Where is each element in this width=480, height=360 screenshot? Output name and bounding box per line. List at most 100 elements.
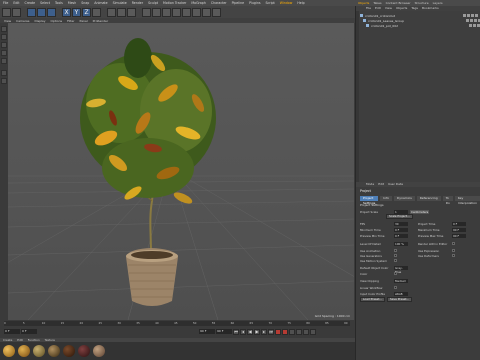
menu-item-file[interactable]: File: [3, 1, 8, 5]
coord-icon[interactable]: [92, 7, 101, 17]
tag-icon[interactable]: [475, 14, 478, 17]
object-menu-file[interactable]: File: [366, 6, 371, 11]
menu-item-character[interactable]: Character: [211, 1, 227, 5]
current-frame-field[interactable]: 0 F: [21, 329, 37, 334]
menu-item-render[interactable]: Render: [132, 1, 143, 5]
material-swatch[interactable]: [33, 345, 45, 357]
menu-item-motion-tracker[interactable]: Motion Tracker: [163, 1, 186, 5]
panel-tab-content-browser[interactable]: Content Browser: [386, 1, 411, 5]
move-icon[interactable]: [27, 7, 36, 17]
field-value[interactable]: 100 %: [394, 241, 408, 246]
viewport-menu-prorender[interactable]: ProRender: [93, 19, 108, 23]
attr-menu-user-data[interactable]: User Data: [388, 182, 403, 187]
unit-dropdown[interactable]: Centimeters: [410, 209, 430, 214]
checkbox[interactable]: [394, 272, 397, 275]
spline-icon[interactable]: [152, 7, 161, 17]
tag-icon[interactable]: [463, 14, 466, 17]
end-frame-field[interactable]: 90 F: [199, 329, 215, 334]
checkbox[interactable]: [394, 259, 397, 262]
menu-item-mograph[interactable]: MoGraph: [191, 1, 205, 5]
points-mode-icon[interactable]: [1, 42, 7, 48]
z-axis-icon[interactable]: Z: [82, 7, 91, 17]
viewport-menu-view[interactable]: View: [4, 19, 11, 23]
object-menu-bookmarks[interactable]: Bookmarks: [422, 6, 439, 11]
save-preset-button[interactable]: Save Preset...: [387, 297, 413, 302]
checkbox[interactable]: [452, 249, 455, 252]
material-swatch[interactable]: [93, 345, 105, 357]
render-picture-icon[interactable]: [117, 7, 126, 17]
object-menu-view[interactable]: View: [385, 6, 392, 11]
texture-mode-icon[interactable]: [1, 34, 7, 40]
menu-item-create[interactable]: Create: [25, 1, 36, 5]
menu-item-simulate[interactable]: Simulate: [113, 1, 127, 5]
material-swatch[interactable]: [63, 345, 75, 357]
render-settings-icon[interactable]: [127, 7, 136, 17]
tab-referencing[interactable]: Referencing: [416, 196, 441, 201]
field-value[interactable]: 30: [394, 221, 408, 226]
perspective-viewport[interactable]: Grid Spacing : 1000 cm: [8, 23, 354, 320]
redo-icon[interactable]: [12, 7, 21, 17]
cube-icon[interactable]: [142, 7, 151, 17]
rotate-icon[interactable]: [47, 7, 56, 17]
go-to-start-icon[interactable]: ⏮: [233, 328, 239, 335]
tag-icon[interactable]: [473, 24, 476, 27]
field-value[interactable]: 0 F: [452, 221, 466, 226]
menu-item-sculpt[interactable]: Sculpt: [148, 1, 158, 5]
max-frame-field[interactable]: 90 F: [216, 329, 232, 334]
snap-icon[interactable]: [1, 70, 7, 76]
tab-key-interpolation[interactable]: Key Interpolation: [454, 196, 480, 205]
field-value[interactable]: sRGB: [394, 291, 408, 296]
tab-info[interactable]: Info: [380, 196, 392, 201]
panel-tab-objects[interactable]: Objects: [358, 1, 369, 5]
menu-item-animate[interactable]: Animate: [94, 1, 107, 5]
menu-item-select[interactable]: Select: [40, 1, 50, 5]
scale-project-button[interactable]: Scale Project...: [386, 214, 413, 219]
viewport-menu-options[interactable]: Options: [51, 19, 63, 23]
nurbs-icon[interactable]: [162, 7, 171, 17]
checkbox[interactable]: [394, 286, 397, 289]
start-frame-field[interactable]: 0 F: [4, 329, 20, 334]
menu-item-plugins[interactable]: Plugins: [249, 1, 260, 5]
field-value[interactable]: Medium: [394, 278, 408, 283]
edges-mode-icon[interactable]: [1, 50, 7, 56]
play-forward-icon[interactable]: ▶: [254, 328, 260, 335]
menu-item-pipeline[interactable]: Pipeline: [232, 1, 244, 5]
menu-item-help[interactable]: Help: [297, 1, 304, 5]
undo-icon[interactable]: [2, 7, 11, 17]
rotation-key-icon[interactable]: [310, 328, 316, 335]
material-swatch[interactable]: [3, 345, 15, 357]
material-swatch[interactable]: [18, 345, 30, 357]
panel-tab-structure[interactable]: Structure: [415, 1, 429, 5]
material-swatch[interactable]: [78, 345, 90, 357]
viewport-menu-cameras[interactable]: Cameras: [16, 19, 29, 23]
attr-menu-edit[interactable]: Edit: [378, 182, 384, 187]
viewport-menu-filter[interactable]: Filter: [67, 19, 74, 23]
autokey-icon[interactable]: [282, 328, 288, 335]
render-view-icon[interactable]: [107, 7, 116, 17]
field-value[interactable]: 1: [394, 209, 408, 214]
x-axis-icon[interactable]: X: [62, 7, 71, 17]
tag-icon[interactable]: [474, 19, 477, 22]
panel-tab-takes[interactable]: Takes: [373, 1, 381, 5]
scale-icon[interactable]: [37, 7, 46, 17]
step-forward-icon[interactable]: ▸: [261, 328, 267, 335]
record-icon[interactable]: [275, 328, 281, 335]
object-row[interactable]: croton01_pot_002: [366, 23, 480, 28]
menu-item-tools[interactable]: Tools: [55, 1, 63, 5]
checkbox[interactable]: [452, 242, 455, 245]
tag-icon[interactable]: [469, 24, 472, 27]
camera-icon[interactable]: [202, 7, 211, 17]
viewport-menu-panel[interactable]: Panel: [80, 19, 88, 23]
step-back-icon[interactable]: ◂: [240, 328, 246, 335]
menu-item-mesh[interactable]: Mesh: [68, 1, 76, 5]
field-value[interactable]: 0 F: [394, 227, 408, 232]
scene-icon[interactable]: [192, 7, 201, 17]
menu-item-snap[interactable]: Snap: [81, 1, 89, 5]
timeline-ruler[interactable]: 0 5 10 15 20 25 30 35 40 45 50 55 60 65 70 75 80 85 90: [4, 321, 350, 326]
tag-icon[interactable]: [467, 14, 470, 17]
deformer-icon[interactable]: [182, 7, 191, 17]
object-menu-objects[interactable]: Objects: [396, 6, 407, 11]
keyframe-selection-icon[interactable]: [289, 328, 295, 335]
viewport-menu-display[interactable]: Display: [34, 19, 45, 23]
field-value[interactable]: 90 F: [452, 233, 466, 238]
